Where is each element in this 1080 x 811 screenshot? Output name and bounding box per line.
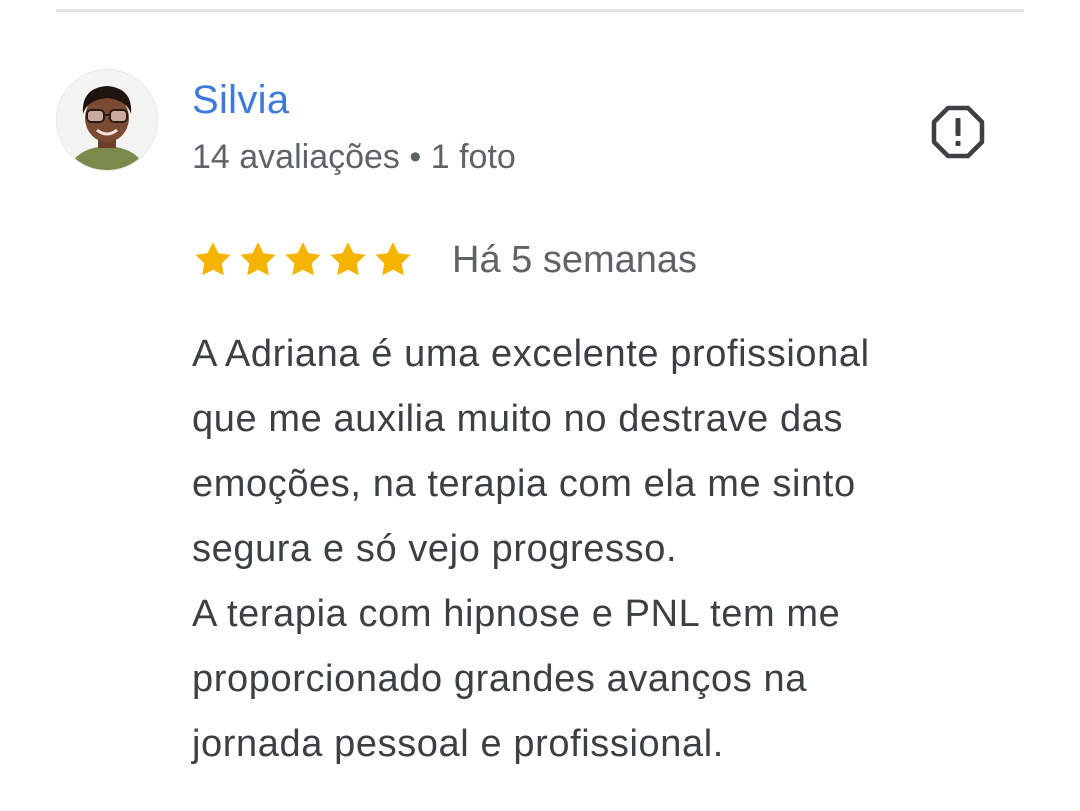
review-text: A Adriana é uma excelente profissional q… (192, 322, 1052, 777)
user-photo-avatar-icon (57, 70, 157, 170)
photos-count: 1 foto (430, 138, 516, 176)
author-avatar[interactable] (57, 70, 157, 170)
report-button[interactable] (930, 104, 986, 160)
review-date: Há 5 semanas (452, 239, 698, 281)
star-rating (192, 238, 417, 282)
review-text-line: jornada pessoal e profissional. (192, 723, 724, 765)
review-text-line: A Adriana é uma excelente profissional (192, 333, 870, 375)
review-text-line: segura e só vejo progresso. (192, 528, 678, 570)
meta-separator: • (409, 138, 422, 176)
report-flag-icon (931, 105, 985, 159)
star-icon (237, 239, 279, 281)
author-name[interactable]: Silvia (192, 77, 289, 123)
review-text-line: proporcionado grandes avanços na (192, 658, 807, 700)
top-divider (56, 9, 1024, 12)
review-text-line: que me auxilia muito no destrave das (192, 398, 844, 440)
review-text-line: emoções, na terapia com ela me sinto (192, 463, 856, 505)
author-meta: 14 avaliações • 1 foto (192, 137, 516, 177)
star-icon (192, 239, 234, 281)
star-icon (282, 239, 324, 281)
reviews-count: 14 avaliações (192, 138, 400, 176)
star-icon (372, 239, 414, 281)
star-icon (327, 239, 369, 281)
review-text-line: A terapia com hipnose e PNL tem me (192, 593, 841, 635)
